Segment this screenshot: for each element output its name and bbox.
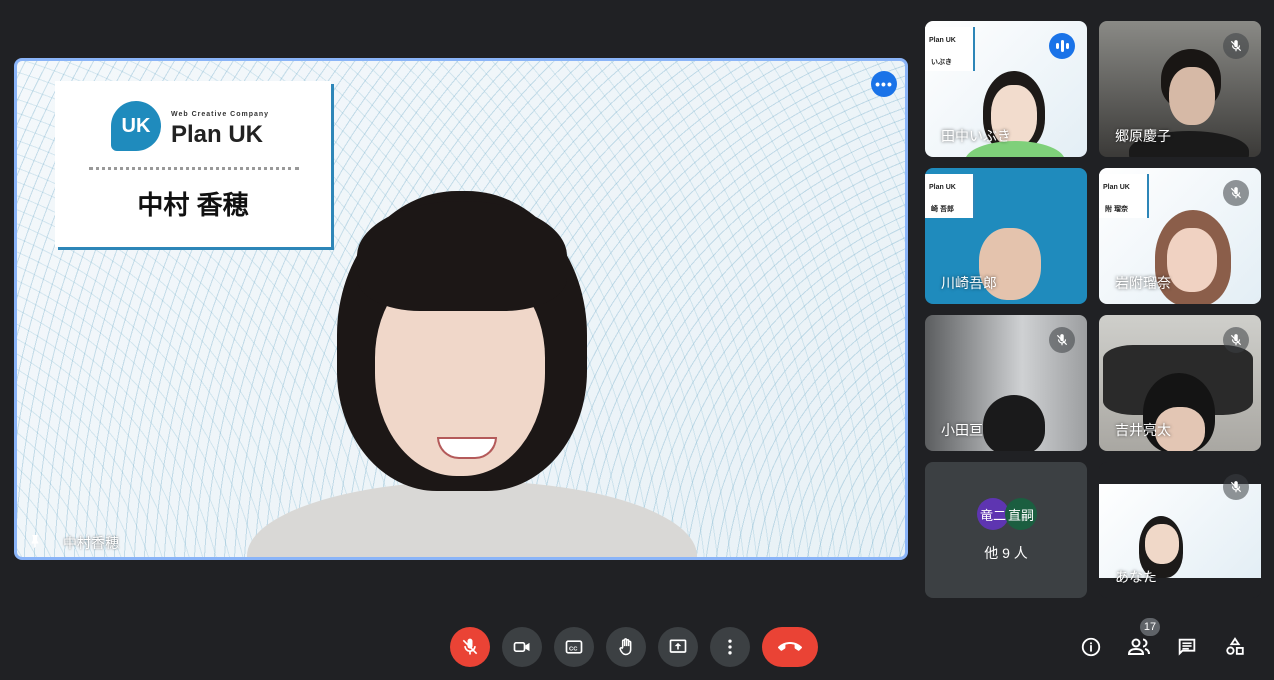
present-screen-button[interactable] — [658, 627, 698, 667]
more-options-button[interactable]: ••• — [871, 71, 897, 97]
mic-off-icon — [1223, 33, 1249, 59]
activities-icon — [1226, 637, 1244, 655]
captions-icon: CC — [565, 640, 583, 654]
participant-tile[interactable]: Plan UK いぶき 田中いぶき — [925, 21, 1087, 157]
hang-up-icon — [778, 642, 802, 651]
captions-button[interactable]: CC — [554, 627, 594, 667]
mini-card-name: 附 瑠奈 — [1105, 206, 1128, 213]
chat-button[interactable] — [1172, 632, 1202, 662]
mini-card-logo: Plan UK — [929, 37, 956, 44]
participant-tile[interactable]: 吉井亮太 — [1099, 315, 1261, 451]
others-tile[interactable]: 竜二 直嗣 他 9 人 — [925, 462, 1087, 598]
mini-card-logo: Plan UK — [929, 184, 956, 191]
mini-card-logo: Plan UK — [1103, 184, 1130, 191]
main-speaker-name: 中村香穂 — [63, 535, 119, 551]
raise-hand-button[interactable] — [606, 627, 646, 667]
mic-off-icon — [1223, 474, 1249, 500]
participant-count-badge: 17 — [1140, 618, 1160, 636]
pin-icon[interactable] — [27, 533, 43, 549]
others-count-label: 他 9 人 — [984, 545, 1028, 561]
people-button[interactable] — [1124, 632, 1154, 662]
card-divider — [89, 167, 299, 170]
more-vert-icon — [728, 639, 732, 655]
participant-name: 郷原慶子 — [1115, 128, 1171, 144]
logo-company-name: Plan UK — [171, 121, 264, 148]
participant-tile[interactable]: Plan UK 崎 吾郎 川崎吾郎 — [925, 168, 1087, 304]
leave-call-button[interactable] — [762, 627, 818, 667]
camera-toggle-button[interactable] — [502, 627, 542, 667]
avatar: 直嗣 — [1005, 498, 1037, 530]
hand-icon — [619, 638, 632, 656]
participant-name: 小田亘 — [941, 422, 983, 438]
participant-tile[interactable]: Plan UK 附 瑠奈 岩附瑠奈 — [1099, 168, 1261, 304]
mic-off-icon — [1223, 180, 1249, 206]
mic-off-icon — [462, 638, 478, 655]
meet-stage: UK Web Creative Company Plan UK 中村 香穂 中村… — [0, 0, 1274, 680]
mini-card-name: 崎 吾郎 — [931, 206, 954, 213]
participant-name: 川崎吾郎 — [941, 275, 997, 291]
svg-text:CC: CC — [569, 646, 578, 652]
mini-card-name: いぶき — [931, 59, 952, 66]
participant-tile[interactable]: 小田亘 — [925, 315, 1087, 451]
present-icon — [669, 639, 687, 653]
speaker-video — [247, 191, 697, 557]
mic-off-icon — [1049, 327, 1075, 353]
chat-icon — [1178, 638, 1196, 656]
more-options-button[interactable] — [710, 627, 750, 667]
logo-tagline: Web Creative Company — [171, 111, 270, 118]
meeting-details-button[interactable] — [1076, 632, 1106, 662]
mic-off-icon — [1223, 327, 1249, 353]
participant-name: 田中いぶき — [941, 128, 1011, 144]
speaking-indicator-icon — [1049, 33, 1075, 59]
participant-tile[interactable]: 郷原慶子 — [1099, 21, 1261, 157]
people-icon — [1127, 638, 1150, 655]
participant-name: あなた — [1115, 569, 1157, 585]
mic-toggle-button[interactable] — [450, 627, 490, 667]
participant-name: 岩附瑠奈 — [1115, 275, 1171, 291]
plan-uk-logo: UK — [111, 101, 161, 151]
self-tile[interactable]: あなた — [1099, 462, 1261, 598]
activities-button[interactable] — [1220, 632, 1250, 662]
main-speaker-tile[interactable]: UK Web Creative Company Plan UK 中村 香穂 中村… — [14, 58, 908, 560]
info-icon — [1081, 637, 1101, 657]
camera-icon — [513, 642, 530, 652]
participant-name: 吉井亮太 — [1115, 422, 1171, 438]
